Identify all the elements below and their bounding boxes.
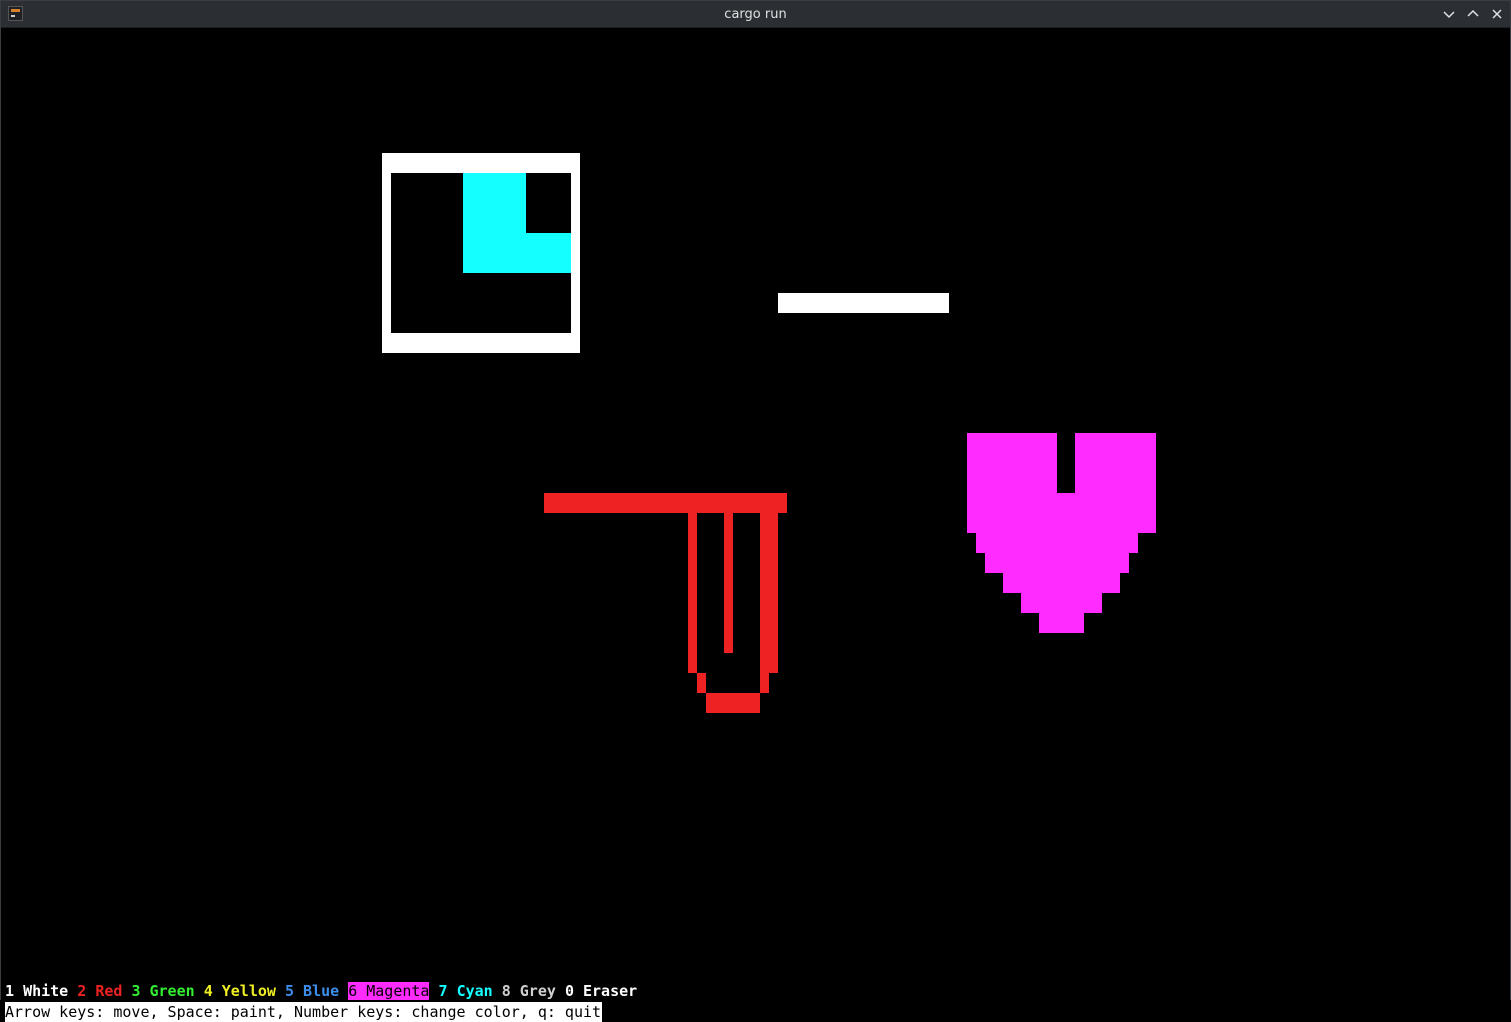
palette-item-eraser: 0 Eraser <box>565 982 637 1000</box>
palette-label: White <box>23 982 69 1000</box>
palette-item-white: 1 White <box>5 982 68 1000</box>
palette-label: Blue <box>303 982 340 1000</box>
palette-key: 8 <box>501 982 511 1000</box>
chevron-up-icon <box>1467 9 1479 17</box>
palette-key: 1 <box>5 982 15 1000</box>
close-button[interactable] <box>1489 6 1505 22</box>
window-title: cargo run <box>724 7 787 22</box>
drawing-white-bar <box>778 293 949 313</box>
palette-item-red: 2 Red <box>77 982 122 1000</box>
palette-item-magenta: 6 Magenta <box>348 982 430 1000</box>
paint-canvas[interactable]: 1 White 2 Red 3 Green 4 Yellow 5 Blue 6 … <box>1 28 1510 1022</box>
close-icon <box>1492 9 1502 19</box>
title-bar[interactable]: cargo run <box>1 1 1510 28</box>
palette-key: 0 <box>564 982 574 1000</box>
maximize-button[interactable] <box>1465 6 1481 22</box>
palette-label: Grey <box>519 982 556 1000</box>
palette-label: Green <box>149 982 195 1000</box>
palette-label: Eraser <box>583 982 638 1000</box>
palette-key: 6 <box>348 982 358 1000</box>
palette-key: 5 <box>284 982 294 1000</box>
palette-key: 2 <box>77 982 87 1000</box>
palette-label: Cyan <box>456 982 493 1000</box>
chevron-down-icon <box>1443 11 1455 19</box>
color-palette: 1 White 2 Red 3 Green 4 Yellow 5 Blue 6 … <box>5 981 637 1001</box>
terminal-window: cargo run 1 White 2 Red 3 Green 4 Yellow… <box>0 0 1511 1022</box>
palette-label: Magenta <box>366 982 430 1000</box>
palette-item-yellow: 4 Yellow <box>204 982 276 1000</box>
palette-item-grey: 8 Grey <box>502 982 556 1000</box>
palette-label: Red <box>95 982 123 1000</box>
palette-key: 7 <box>438 982 448 1000</box>
palette-item-blue: 5 Blue <box>285 982 339 1000</box>
palette-item-green: 3 Green <box>131 982 194 1000</box>
minimize-button[interactable] <box>1441 6 1457 22</box>
palette-item-cyan: 7 Cyan <box>439 982 493 1000</box>
palette-key: 4 <box>203 982 213 1000</box>
palette-label: Yellow <box>221 982 276 1000</box>
help-hint: Arrow keys: move, Space: paint, Number k… <box>5 1002 603 1022</box>
